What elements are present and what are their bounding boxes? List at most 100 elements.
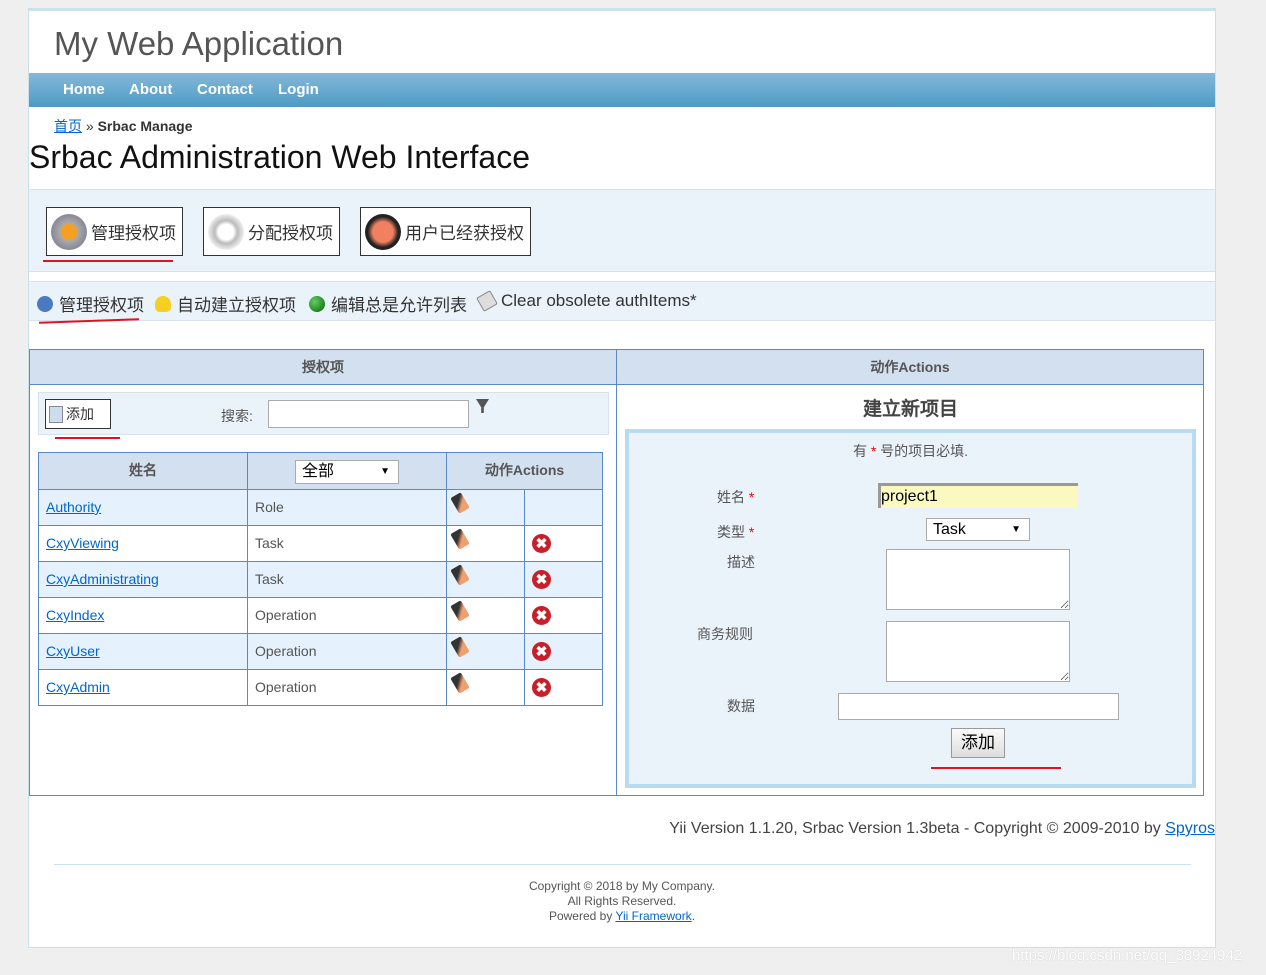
main-actions-panel: 管理授权项 分配授权项 用户已经获授权: [29, 189, 1215, 272]
button-label: 管理授权项: [91, 224, 176, 243]
toolbar: 添加 搜索:: [38, 392, 609, 435]
type-cell: Role: [247, 489, 447, 526]
delete-icon[interactable]: ✖: [532, 678, 551, 697]
nav-contact[interactable]: Contact: [197, 81, 253, 98]
edit-icon[interactable]: [450, 564, 470, 586]
t: 号的项目必填.: [880, 443, 969, 459]
delete-cell: ✖: [524, 669, 603, 706]
label: 编辑总是允许列表: [331, 296, 467, 315]
submenu-auto-create[interactable]: 自动建立授权项: [155, 291, 296, 316]
delete-cell: ✖: [524, 597, 603, 634]
breadcrumb-home[interactable]: 首页: [54, 118, 82, 134]
business-rule-textarea[interactable]: [886, 621, 1070, 682]
sub-menu: 管理授权项 自动建立授权项 编辑总是允许列表 Clear obsolete au…: [29, 281, 1215, 324]
delete-cell: ✖: [524, 633, 603, 670]
column-header-actions: 动作Actions: [446, 452, 603, 490]
edit-icon[interactable]: [450, 672, 470, 694]
t: 类型: [717, 524, 745, 540]
gear-icon: [51, 213, 87, 250]
label: Clear obsolete authItems*: [501, 291, 697, 310]
edit-cell: [446, 597, 525, 634]
divider: [54, 864, 1191, 865]
business-rule-label: 商务规则: [697, 626, 753, 642]
delete-icon[interactable]: ✖: [532, 534, 551, 553]
description-label: 描述: [727, 554, 755, 570]
filter-funnel-icon[interactable]: [476, 399, 489, 413]
edit-icon[interactable]: [450, 636, 470, 658]
submenu-clear-obsolete[interactable]: Clear obsolete authItems*: [476, 290, 697, 312]
item-name-link[interactable]: Authority: [46, 499, 101, 515]
type-select[interactable]: Task ▼: [926, 518, 1030, 541]
type-label: 类型 *: [717, 524, 755, 540]
name-cell: CxyAdmin: [38, 669, 248, 706]
item-name-link[interactable]: CxyUser: [46, 643, 100, 659]
breadcrumb-current: Srbac Manage: [97, 118, 193, 134]
item-type: Task: [255, 535, 284, 551]
nav-login[interactable]: Login: [278, 81, 319, 98]
data-label: 数据: [727, 698, 755, 714]
delete-icon[interactable]: ✖: [532, 606, 551, 625]
nav-about[interactable]: About: [129, 81, 172, 98]
edit-icon[interactable]: [450, 528, 470, 550]
chevron-down-icon: ▼: [1011, 524, 1021, 535]
column-header-name: 姓名: [38, 452, 248, 490]
type-cell: Operation: [247, 633, 447, 670]
nav-home[interactable]: Home: [63, 81, 105, 98]
yii-link[interactable]: Yii Framework: [615, 909, 691, 923]
assign-auth-items-button[interactable]: 分配授权项: [203, 207, 340, 256]
srbac-main-table: 授权项 动作Actions 添加 搜索: 姓名 全部 ▼ 动作Actions Au…: [29, 349, 1204, 796]
page-title: Srbac Administration Web Interface: [29, 139, 530, 175]
t: 姓名: [717, 489, 745, 505]
item-name-link[interactable]: CxyAdministrating: [46, 571, 159, 587]
edit-cell: [446, 669, 525, 706]
edit-cell: [446, 633, 525, 670]
eraser-icon: [476, 290, 498, 312]
button-label: 分配授权项: [248, 224, 333, 243]
users-icon: [37, 295, 53, 312]
type-cell: Operation: [247, 597, 447, 634]
name-label: 姓名 *: [717, 489, 755, 505]
manage-auth-items-button[interactable]: 管理授权项: [46, 207, 183, 256]
breadcrumb: 首页 » Srbac Manage: [54, 116, 193, 136]
item-name-link[interactable]: CxyViewing: [46, 535, 119, 551]
form-title: 建立新项目: [862, 399, 958, 420]
auth-items-table: 姓名 全部 ▼ 动作Actions Authority Role CxyViewing…: [38, 452, 603, 707]
label: 管理授权项: [59, 296, 144, 315]
delete-icon[interactable]: ✖: [532, 570, 551, 589]
delete-cell: ✖: [524, 525, 603, 562]
submenu-manage[interactable]: 管理授权项: [37, 291, 144, 316]
edit-icon[interactable]: [450, 600, 470, 622]
page-container: My Web Application Home About Contact Lo…: [28, 8, 1216, 948]
search-input[interactable]: [268, 400, 469, 428]
item-name-link[interactable]: CxyAdmin: [46, 679, 110, 695]
add-item-button[interactable]: 添加: [45, 399, 111, 429]
item-type: Operation: [255, 607, 317, 623]
edit-icon[interactable]: [450, 492, 470, 514]
column-header-type: 全部 ▼: [247, 452, 447, 490]
submenu-always-allowed[interactable]: 编辑总是允许列表: [309, 291, 467, 316]
delete-cell: [524, 489, 603, 526]
data-input[interactable]: [838, 693, 1119, 720]
item-name-link[interactable]: CxyIndex: [46, 607, 104, 623]
t: Yii Version 1.1.20, Srbac Version 1.3bet…: [669, 820, 1166, 837]
submit-add-button[interactable]: 添加: [951, 728, 1005, 758]
selected-value: Task: [933, 521, 966, 538]
author-link[interactable]: Spyros: [1165, 820, 1215, 837]
annotation-underline: [55, 437, 120, 439]
annotation-underline: [931, 767, 1061, 769]
annotation-underline: [38, 318, 140, 324]
t: .: [691, 909, 696, 923]
powered-by: Powered by Yii Framework.: [29, 909, 1215, 924]
delete-icon[interactable]: ✖: [532, 642, 551, 661]
item-type: Operation: [255, 643, 317, 659]
user-assignments-button[interactable]: 用户已经获授权: [360, 207, 531, 256]
copyright: Copyright © 2018 by My Company.: [528, 879, 716, 893]
item-type: Task: [255, 571, 284, 587]
name-input[interactable]: [878, 483, 1078, 508]
label: 自动建立授权项: [177, 296, 296, 315]
name-cell: CxyUser: [38, 633, 248, 670]
auth-items-header: 授权项: [29, 349, 617, 385]
user-face-icon: [365, 213, 401, 250]
description-textarea[interactable]: [886, 549, 1070, 610]
type-filter-select[interactable]: 全部 ▼: [295, 460, 399, 484]
